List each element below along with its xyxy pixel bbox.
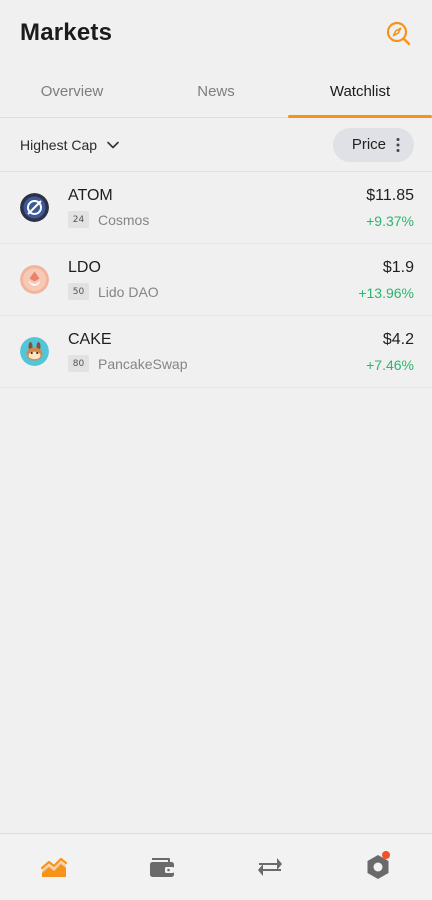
coin-subline: 50 Lido DAO (68, 283, 358, 300)
sort-label: Highest Cap (20, 136, 98, 153)
markets-chart-icon (41, 857, 67, 877)
page-title: Markets (20, 19, 113, 46)
coin-row-ldo[interactable]: LDO 50 Lido DAO $1.9 +13.96% (0, 244, 432, 316)
tab-watchlist[interactable]: Watchlist (288, 66, 432, 118)
price-sort-label: Price (351, 136, 386, 153)
price-info: $1.9 +13.96% (358, 259, 414, 301)
coin-name: PancakeSwap (98, 355, 188, 372)
chevron-down-icon (107, 141, 119, 148)
filter-bar: Highest Cap Price (0, 118, 432, 172)
price-change: +9.37% (366, 212, 414, 229)
nav-wallet[interactable] (108, 834, 216, 900)
search-icon (386, 21, 411, 46)
price-change: +13.96% (358, 284, 414, 301)
swap-arrows-icon (258, 858, 282, 876)
pancakeswap-logo-icon (20, 337, 49, 366)
kebab-menu-icon (396, 137, 400, 152)
app-header: Markets (0, 0, 432, 66)
wallet-icon (150, 858, 174, 877)
coin-subline: 80 PancakeSwap (68, 355, 366, 372)
coin-name: Cosmos (98, 211, 150, 228)
search-button[interactable] (384, 19, 412, 47)
tab-overview[interactable]: Overview (0, 66, 144, 117)
notification-dot (382, 851, 390, 859)
tab-news[interactable]: News (144, 66, 288, 117)
price-info: $11.85 +9.37% (366, 187, 414, 229)
lido-logo-icon (20, 265, 49, 294)
coin-price: $1.9 (382, 258, 414, 276)
bottom-navigation (0, 833, 432, 900)
price-info: $4.2 +7.46% (366, 331, 414, 373)
rank-badge: 24 (68, 211, 89, 228)
coin-symbol: LDO (68, 259, 101, 276)
nav-swap[interactable] (216, 834, 324, 900)
coin-symbol: ATOM (68, 187, 113, 204)
sort-dropdown[interactable]: Highest Cap (20, 137, 120, 153)
coin-name: Lido DAO (98, 283, 159, 300)
coin-info: ATOM 24 Cosmos (68, 187, 366, 228)
coin-info: LDO 50 Lido DAO (68, 259, 358, 300)
watchlist: ATOM 24 Cosmos $11.85 +9.37% LDO 50 Lido… (0, 172, 432, 388)
coin-info: CAKE 80 PancakeSwap (68, 331, 366, 372)
coin-symbol: CAKE (68, 331, 112, 348)
price-change: +7.46% (366, 356, 414, 373)
coin-price: $11.85 (366, 186, 414, 204)
cosmos-logo-icon (20, 193, 49, 222)
coin-subline: 24 Cosmos (68, 211, 366, 228)
rank-badge: 50 (68, 283, 89, 300)
price-sort-button[interactable]: Price (332, 127, 414, 162)
nav-settings[interactable] (324, 834, 432, 900)
coin-price: $4.2 (382, 330, 414, 348)
tab-bar: Overview News Watchlist (0, 66, 432, 118)
coin-row-atom[interactable]: ATOM 24 Cosmos $11.85 +9.37% (0, 172, 432, 244)
nav-markets[interactable] (0, 834, 108, 900)
rank-badge: 80 (68, 355, 89, 372)
coin-row-cake[interactable]: CAKE 80 PancakeSwap $4.2 +7.46% (0, 316, 432, 388)
